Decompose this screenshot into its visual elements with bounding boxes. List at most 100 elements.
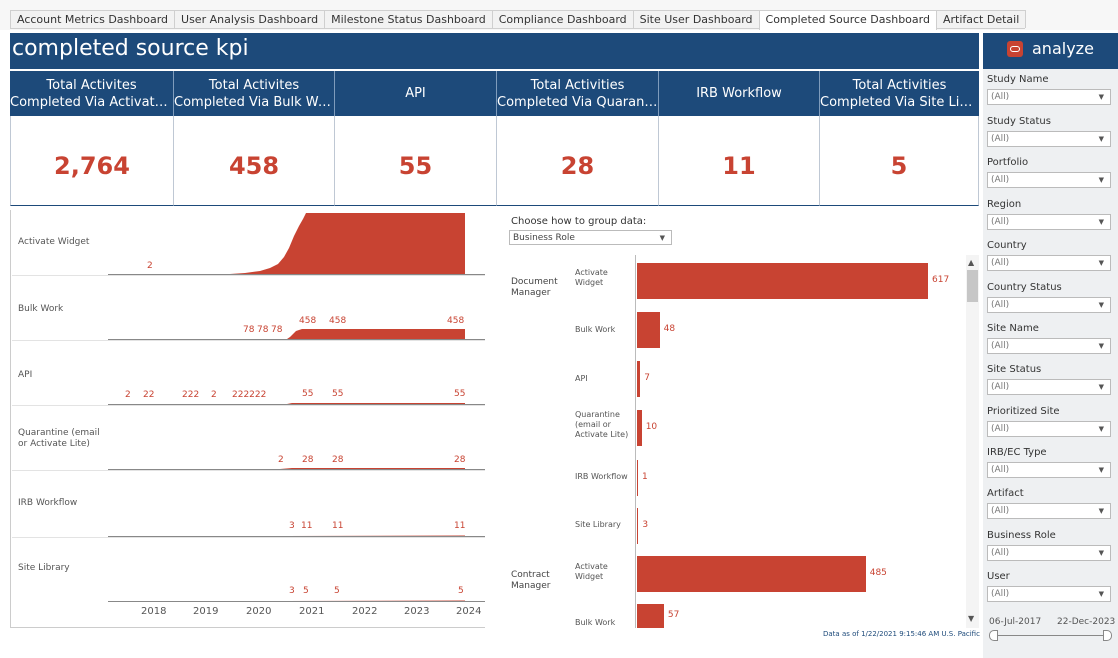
- data-label: 458: [299, 316, 317, 326]
- bar-value-label: 10: [645, 422, 658, 432]
- date-range-end-handle[interactable]: [1103, 630, 1112, 641]
- data-label: 222222: [232, 390, 267, 400]
- bar-category: Site Library: [575, 520, 621, 529]
- filter-label: Study Name: [987, 74, 1049, 85]
- scroll-up-icon[interactable]: ▲: [968, 258, 974, 267]
- data-label: 5: [458, 586, 464, 596]
- bar: [637, 604, 664, 628]
- scroll-down-icon[interactable]: ▼: [968, 614, 974, 623]
- data-label: 78: [271, 325, 283, 335]
- filter-value: (All): [991, 465, 1010, 475]
- dashboard: Account Metrics Dashboard User Analysis …: [0, 0, 1118, 658]
- year-tick: 2024: [456, 606, 482, 617]
- chevron-down-icon: ▼: [659, 234, 665, 242]
- filter-label: User: [987, 571, 1010, 582]
- data-label: 28: [302, 455, 314, 465]
- data-label: 458: [447, 316, 465, 326]
- bar-value-label: 57: [667, 610, 680, 620]
- bar: [637, 460, 638, 496]
- filter-select[interactable]: (All) ▼: [987, 255, 1111, 271]
- bar-value-label: 1: [642, 472, 648, 482]
- chevron-down-icon: ▼: [1098, 259, 1104, 267]
- filter-select[interactable]: (All) ▼: [987, 462, 1111, 478]
- data-label: 55: [302, 389, 314, 399]
- data-label: 2: [278, 455, 284, 465]
- bar: [637, 410, 642, 446]
- scrollbar-thumb[interactable]: [967, 270, 978, 302]
- bar: [637, 263, 928, 299]
- filter-select[interactable]: (All) ▼: [987, 586, 1111, 602]
- data-label: 55: [332, 389, 344, 399]
- data-label: 22: [143, 390, 155, 400]
- filter-label: Prioritized Site: [987, 406, 1060, 417]
- filter-select[interactable]: (All) ▼: [987, 545, 1111, 561]
- filter-label: Country Status: [987, 282, 1062, 293]
- year-tick: 2019: [193, 606, 219, 617]
- chart-scrollbar[interactable]: [966, 255, 979, 628]
- year-tick: 2023: [404, 606, 430, 617]
- kpi-header-quarantine: Total Activities Completed Via Quaranti.…: [497, 71, 659, 116]
- filter-select[interactable]: (All) ▼: [987, 503, 1111, 519]
- filter-select[interactable]: (All) ▼: [987, 172, 1111, 188]
- group-by-dropdown[interactable]: Business Role ▼: [509, 230, 672, 245]
- filter-label: Study Status: [987, 116, 1051, 127]
- tab-compliance[interactable]: Compliance Dashboard: [491, 10, 634, 28]
- bar-value-label: 48: [663, 324, 676, 334]
- filter-value: (All): [991, 382, 1010, 392]
- filter-select[interactable]: (All) ▼: [987, 131, 1111, 147]
- bar-category: Bulk Work: [575, 325, 616, 334]
- filter-value: (All): [991, 506, 1010, 516]
- timeline-areas: [108, 213, 465, 601]
- bar-category: Activate Widget: [575, 562, 608, 581]
- filter-value: (All): [991, 92, 1010, 102]
- filter-select[interactable]: (All) ▼: [987, 338, 1111, 354]
- date-range-track[interactable]: [992, 635, 1106, 636]
- area-activate-widget: [108, 213, 465, 274]
- chevron-down-icon: ▼: [1098, 218, 1104, 226]
- date-range-start-handle[interactable]: [989, 630, 998, 641]
- area-site-library: [288, 600, 465, 601]
- filter-select[interactable]: (All) ▼: [987, 214, 1111, 230]
- oracle-logo-icon: [1007, 41, 1023, 57]
- data-label: 78: [243, 325, 255, 335]
- filter-label: Business Role: [987, 530, 1056, 541]
- filter-value: (All): [991, 589, 1010, 599]
- bar-value-label: 7: [644, 373, 651, 383]
- kpi-header-irb-workflow: IRB Workflow: [659, 71, 820, 116]
- data-label: 11: [332, 521, 344, 531]
- data-label: 458: [329, 316, 347, 326]
- filter-select[interactable]: (All) ▼: [987, 379, 1111, 395]
- filter-select[interactable]: (All) ▼: [987, 89, 1111, 105]
- area-quarantine: [280, 468, 465, 469]
- data-as-of-note: Data as of 1/22/2021 9:15:46 AM U.S. Pac…: [823, 630, 980, 638]
- tab-site-user[interactable]: Site User Dashboard: [632, 10, 760, 28]
- filter-value: (All): [991, 341, 1010, 351]
- bar-category: Bulk Work: [575, 618, 616, 627]
- chevron-down-icon: ▼: [1098, 466, 1104, 474]
- chevron-down-icon: ▼: [1098, 425, 1104, 433]
- data-label: 2: [125, 390, 131, 400]
- data-label: 28: [454, 455, 466, 465]
- filter-value: (All): [991, 217, 1010, 227]
- tab-completed-source[interactable]: Completed Source Dashboard: [758, 10, 937, 30]
- bar: [637, 361, 641, 397]
- kpi-header-site-library: Total Activities Completed Via Site Libr…: [820, 71, 979, 116]
- filter-select[interactable]: (All) ▼: [987, 297, 1111, 313]
- filter-select[interactable]: (All) ▼: [987, 421, 1111, 437]
- year-tick: 2021: [299, 606, 325, 617]
- chevron-down-icon: ▼: [1098, 93, 1104, 101]
- year-tick: 2022: [352, 606, 378, 617]
- tab-artifact-detail[interactable]: Artifact Detail: [935, 10, 1027, 28]
- data-label: 5: [303, 586, 309, 596]
- bar-category: Quarantine (email or Activate Lite): [575, 410, 629, 439]
- chevron-down-icon: ▼: [1098, 135, 1104, 143]
- bar-value-label: 617: [932, 275, 950, 285]
- group-by-value: Business Role: [513, 233, 575, 243]
- chevron-down-icon: ▼: [1098, 383, 1104, 391]
- chevron-down-icon: ▼: [1098, 301, 1104, 309]
- date-range-start: 06-Jul-2017: [989, 617, 1042, 627]
- filter-label: Site Name: [987, 323, 1039, 334]
- data-label: 28: [332, 455, 344, 465]
- bar-category: Activate Widget: [575, 268, 608, 287]
- filter-label: IRB/EC Type: [987, 447, 1047, 458]
